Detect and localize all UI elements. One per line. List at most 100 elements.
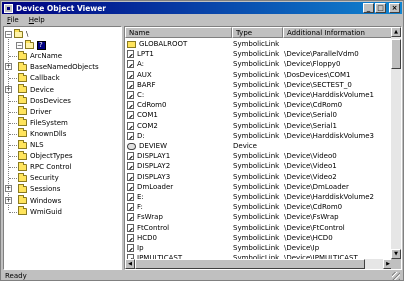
tree-item-label: BaseNamedObjects xyxy=(30,63,99,72)
horizontal-scroll-thumb[interactable] xyxy=(135,259,365,269)
tree-item[interactable]: + Device xyxy=(5,84,54,95)
list-row[interactable]: C: SymbolicLink \Device\HarddiskVolume1 xyxy=(125,90,393,100)
tree-item[interactable]: Driver xyxy=(9,106,52,117)
list-row[interactable]: COM2 SymbolicLink \Device\Serial1 xyxy=(125,121,393,131)
tree-item[interactable]: ObjectTypes xyxy=(9,150,73,161)
object-info: \Device\Serial1 xyxy=(284,121,337,130)
object-info: \Device\HarddiskVolume2 xyxy=(284,193,374,202)
object-list[interactable]: Name Type Additional Information GLOBALR… xyxy=(124,26,402,270)
object-info: \Device\HarddiskVolume1 xyxy=(284,91,374,100)
menu-help[interactable]: Help xyxy=(24,16,50,24)
list-row[interactable]: FtControl SymbolicLink \Device\FtControl xyxy=(125,223,393,233)
list-row[interactable]: FsWrap SymbolicLink \Device\FsWrap xyxy=(125,212,393,222)
expand-icon[interactable]: + xyxy=(5,196,12,204)
tree-item[interactable]: + Sessions xyxy=(5,183,61,194)
list-row[interactable]: DmLoader SymbolicLink \Device\DmLoader xyxy=(125,182,393,192)
list-row[interactable]: GLOBALROOT SymbolicLink xyxy=(125,39,393,49)
object-tree[interactable]: −\−ArcName+BaseNamedObjectsCallback+Devi… xyxy=(3,26,122,270)
object-type: SymbolicLink xyxy=(233,131,280,140)
object-type: SymbolicLink xyxy=(233,223,280,232)
expand-icon[interactable]: + xyxy=(5,185,12,193)
tree-item[interactable]: KnownDlls xyxy=(9,128,66,139)
tree-item[interactable]: + Windows xyxy=(5,195,61,206)
symbolic-link-icon xyxy=(127,91,134,100)
list-row[interactable]: COM1 SymbolicLink \Device\Serial0 xyxy=(125,110,393,120)
tree-item-label: DosDevices xyxy=(30,96,71,105)
tree-item-selected[interactable]: − xyxy=(16,39,49,50)
tree-item[interactable]: WmiGuid xyxy=(9,206,62,217)
vertical-scrollbar[interactable]: ▲ ▼ xyxy=(391,27,401,259)
list-row[interactable]: CdRom0 SymbolicLink \Device\CdRom0 xyxy=(125,100,393,110)
object-type: SymbolicLink xyxy=(233,244,280,253)
tree-line xyxy=(9,145,17,146)
tree-item[interactable]: Security xyxy=(9,172,59,183)
object-info: \Device\Floppy0 xyxy=(284,60,341,69)
vertical-scroll-thumb[interactable] xyxy=(391,39,401,69)
list-row[interactable]: AUX SymbolicLink \DosDevices\COM1 xyxy=(125,70,393,80)
scroll-up-arrow-icon[interactable]: ▲ xyxy=(391,27,401,37)
folder-icon xyxy=(18,183,27,193)
tree-item[interactable]: DosDevices xyxy=(9,95,71,106)
title-bar[interactable]: Device Object Viewer _ □ × xyxy=(2,2,402,14)
list-row[interactable]: DISPLAY1 SymbolicLink \Device\Video0 xyxy=(125,151,393,161)
device-icon xyxy=(127,142,136,150)
symbolic-link-icon xyxy=(127,80,134,89)
tree-item[interactable]: ArcName xyxy=(9,50,62,61)
maximize-button[interactable]: □ xyxy=(375,3,386,13)
symbolic-link-icon xyxy=(127,60,134,69)
list-row[interactable]: A: SymbolicLink \Device\Floppy0 xyxy=(125,59,393,69)
object-name: DmLoader xyxy=(137,182,174,191)
tree-item[interactable]: RPC Control xyxy=(9,161,72,172)
column-header-type[interactable]: Type xyxy=(232,27,283,38)
list-row[interactable]: F: SymbolicLink \Device\CdRom0 xyxy=(125,202,393,212)
folder-icon xyxy=(18,206,27,216)
folder-icon xyxy=(18,172,27,182)
tree-item[interactable]: + BaseNamedObjects xyxy=(5,61,99,72)
folder-icon xyxy=(18,161,27,171)
list-row[interactable]: D: SymbolicLink \Device\HarddiskVolume3 xyxy=(125,131,393,141)
resize-grip-icon[interactable] xyxy=(392,272,400,280)
folder-icon xyxy=(18,106,27,116)
folder-icon xyxy=(18,50,27,60)
column-header-name[interactable]: Name xyxy=(125,27,232,38)
symbolic-link-icon xyxy=(127,111,134,120)
tree-line xyxy=(9,167,17,169)
collapse-icon[interactable]: − xyxy=(16,41,23,49)
object-name: D: xyxy=(137,131,145,140)
column-header-info[interactable]: Additional Information xyxy=(283,27,393,38)
list-row[interactable]: E: SymbolicLink \Device\HarddiskVolume2 xyxy=(125,192,393,202)
tree-line xyxy=(9,133,17,135)
symbolic-link-icon xyxy=(127,162,134,171)
list-row[interactable]: LPT1 SymbolicLink \Device\ParallelVdm0 xyxy=(125,49,393,59)
tree-item-label: Security xyxy=(30,174,59,183)
object-name: C: xyxy=(137,91,145,100)
list-row[interactable]: HCD0 SymbolicLink \Device\HCD0 xyxy=(125,233,393,243)
close-button[interactable]: × xyxy=(389,3,400,13)
tree-item[interactable]: NLS xyxy=(9,139,44,150)
app-window: Device Object Viewer _ □ × File Help − \ −… xyxy=(0,0,404,281)
window-title: Device Object Viewer xyxy=(16,3,107,13)
list-row[interactable]: DEVIEW Device xyxy=(125,141,393,151)
list-row[interactable]: DISPLAY2 SymbolicLink \Device\Video1 xyxy=(125,161,393,171)
tree-item-label: Sessions xyxy=(30,185,61,194)
object-name: BARF xyxy=(137,80,156,89)
expand-icon[interactable]: + xyxy=(5,63,12,71)
object-info: \DosDevices\COM1 xyxy=(284,70,351,79)
scroll-left-arrow-icon[interactable]: ◀ xyxy=(125,259,135,269)
symbolic-link-icon xyxy=(127,131,134,140)
object-name: A: xyxy=(137,60,145,69)
object-name: CdRom0 xyxy=(137,101,167,110)
scroll-down-arrow-icon[interactable]: ▼ xyxy=(391,249,401,259)
expand-icon[interactable]: + xyxy=(5,85,12,93)
tree-line xyxy=(9,156,17,158)
tree-item[interactable]: Callback xyxy=(9,72,60,83)
object-type: SymbolicLink xyxy=(233,233,280,242)
list-row[interactable]: Ip SymbolicLink \Device\Ip xyxy=(125,243,393,253)
tree-item[interactable]: FileSystem xyxy=(9,117,68,128)
list-row[interactable]: DISPLAY3 SymbolicLink \Device\Video2 xyxy=(125,172,393,182)
list-row[interactable]: BARF SymbolicLink \Device\SECTEST_0 xyxy=(125,80,393,90)
menu-file[interactable]: File xyxy=(2,16,24,24)
horizontal-scrollbar[interactable]: ◀ ▶ xyxy=(125,259,393,269)
minimize-button[interactable]: _ xyxy=(363,3,374,13)
object-info: \Device\Serial0 xyxy=(284,111,337,120)
